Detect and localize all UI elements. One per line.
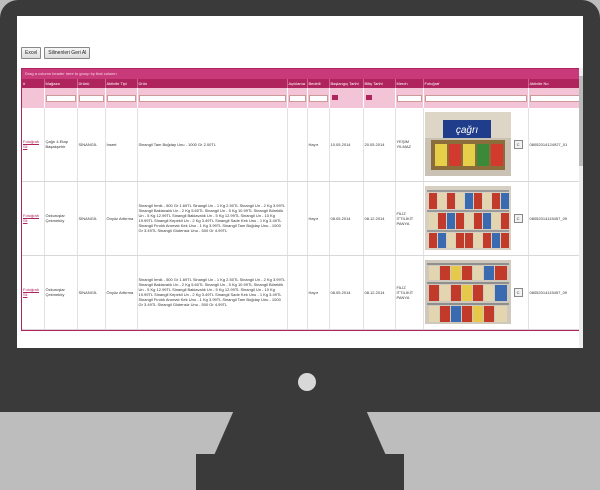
col-header-activity-no[interactable]: Aktivite No xyxy=(528,79,583,88)
copy-button[interactable]: C xyxy=(513,287,523,297)
cell-description xyxy=(287,181,308,256)
filter-cell xyxy=(423,88,529,108)
delete-link[interactable]: Sil xyxy=(23,144,43,149)
monitor-base xyxy=(196,454,404,490)
filter-brand-input[interactable] xyxy=(78,94,104,102)
toolbar: Excel Silinenleri Geri Al xyxy=(21,47,91,59)
filter-cell xyxy=(105,88,138,108)
table-row: Fotoğrafı Sil Özkuruşlar Çekmeköy SİNANG… xyxy=(22,255,583,330)
cell-store: Özkuruşlar Çekmeköy xyxy=(44,255,78,330)
col-header-end-date[interactable]: Bitiş Tarihi xyxy=(363,79,396,88)
store-photo[interactable] xyxy=(424,260,511,324)
cell-start-date: 08.05.2014 xyxy=(329,255,364,330)
monitor-stand xyxy=(212,412,388,460)
col-header-paid[interactable]: Bedelli xyxy=(307,79,330,88)
cell-merch: FİLİZ İTTİLİKİT PANYA xyxy=(395,181,424,256)
cell-brand: SİNANGİL xyxy=(77,108,106,182)
cell-type: Önyüz Arttırma xyxy=(105,181,138,256)
col-header-brand[interactable]: Ürünü xyxy=(77,79,106,88)
cell-description xyxy=(287,108,308,182)
filter-paid-input[interactable] xyxy=(308,94,328,102)
col-header-start-date[interactable]: Başlangıç Tarihi xyxy=(329,79,364,88)
filter-store-input[interactable] xyxy=(45,94,76,102)
activity-grid: Drag a column header here to group by th… xyxy=(21,68,583,331)
cell-activity-no: 08052014115457_09 xyxy=(528,255,583,330)
cell-product: Sinangil İrmik - 500 Gr 1.69TL Sinangil … xyxy=(137,255,288,330)
filter-product-input[interactable] xyxy=(138,94,286,102)
table-row: Fotoğrafı Sil Özkuruşlar Çekmeköy SİNANG… xyxy=(22,181,583,256)
filter-desc-input[interactable] xyxy=(288,94,306,102)
cell-merch: FİLİZ İTTİLİKİT PANYA xyxy=(395,255,424,330)
excel-button[interactable]: Excel xyxy=(21,47,42,59)
col-header-store[interactable]: Mağaza xyxy=(44,79,78,88)
scrollbar-thumb[interactable] xyxy=(579,76,583,166)
store-photo[interactable]: çağrı xyxy=(424,112,511,177)
row-actions: Fotoğrafı Sil xyxy=(22,108,45,182)
filter-cell xyxy=(528,88,583,108)
filter-cell xyxy=(287,88,308,108)
store-photo[interactable] xyxy=(424,186,511,250)
filter-activity-no-input[interactable] xyxy=(529,94,583,102)
col-header-description[interactable]: Açıklama xyxy=(287,79,308,88)
filter-photo-input[interactable] xyxy=(424,94,527,102)
cell-store: Çağrı 4.Etap Başakşehir xyxy=(44,108,78,182)
cell-paid: Hayır xyxy=(307,255,330,330)
row-actions: Fotoğrafı Sil xyxy=(22,181,45,256)
cell-end-date: 20.05.2014 xyxy=(363,108,396,182)
filter-cell xyxy=(307,88,330,108)
cell-type: İnsert xyxy=(105,108,138,182)
filter-type-input[interactable] xyxy=(106,94,136,102)
cell-type: Önyüz Arttırma xyxy=(105,255,138,330)
calendar-icon[interactable] xyxy=(365,95,372,101)
filter-cell xyxy=(44,88,78,108)
filter-cell xyxy=(22,88,45,108)
col-header-merch[interactable]: Merch xyxy=(395,79,424,88)
cell-photo: çağrı C xyxy=(423,108,529,182)
filter-cell xyxy=(77,88,106,108)
col-header-product[interactable]: Ürün xyxy=(137,79,288,88)
header-row: # Mağaza Ürünü Aktivite Tipi Ürün Açıkla… xyxy=(22,79,583,88)
cell-merch: YEŞİM YILMAZ xyxy=(395,108,424,182)
copy-button[interactable]: C xyxy=(513,213,523,223)
filter-cell xyxy=(137,88,288,108)
cell-paid: Hayır xyxy=(307,108,330,182)
filter-row xyxy=(22,88,583,108)
cell-start-date: 10.05.2014 xyxy=(329,108,364,182)
col-header-photo[interactable]: Fotoğraf xyxy=(423,79,529,88)
table-row: Fotoğrafı Sil Çağrı 4.Etap Başakşehir Sİ… xyxy=(22,108,583,182)
cell-activity-no: 08052014115457_09 xyxy=(528,181,583,256)
row-actions: Fotoğrafı Sil xyxy=(22,255,45,330)
delete-link[interactable]: Sil xyxy=(23,218,43,223)
delete-link[interactable]: Sil xyxy=(23,292,43,297)
group-by-hint[interactable]: Drag a column header here to group by th… xyxy=(22,69,583,79)
cell-description xyxy=(287,255,308,330)
filter-cell xyxy=(363,88,396,108)
filter-cell xyxy=(329,88,364,108)
filter-merch-input[interactable] xyxy=(396,94,422,102)
cell-photo: C xyxy=(423,255,529,330)
power-button xyxy=(298,373,316,391)
photo1-logo: çağrı xyxy=(455,125,477,136)
cell-product: Sinangil Tam Buğday Unu - 1000 Gr 2.00TL xyxy=(137,108,288,182)
cell-photo: C xyxy=(423,181,529,256)
restore-deleted-button[interactable]: Silinenleri Geri Al xyxy=(44,47,91,59)
filter-cell xyxy=(395,88,424,108)
cell-product: Sinangil İrmik - 500 Gr 1.69TL Sinangil … xyxy=(137,181,288,256)
cell-brand: SİNANGİL xyxy=(77,255,106,330)
cell-store: Özkuruşlar Çekmeköy xyxy=(44,181,78,256)
cell-brand: SİNANGİL xyxy=(77,181,106,256)
cell-end-date: 08.12.2014 xyxy=(363,255,396,330)
screen: Excel Silinenleri Geri Al Drag a column … xyxy=(17,16,583,348)
calendar-icon[interactable] xyxy=(331,95,338,101)
copy-button[interactable]: C xyxy=(513,139,523,149)
cell-end-date: 08.12.2014 xyxy=(363,181,396,256)
col-header-index[interactable]: # xyxy=(22,79,45,88)
cell-paid: Hayır xyxy=(307,181,330,256)
cell-activity-no: 08052014124927_01 xyxy=(528,108,583,182)
cell-start-date: 08.05.2014 xyxy=(329,181,364,256)
col-header-activity-type[interactable]: Aktivite Tipi xyxy=(105,79,138,88)
